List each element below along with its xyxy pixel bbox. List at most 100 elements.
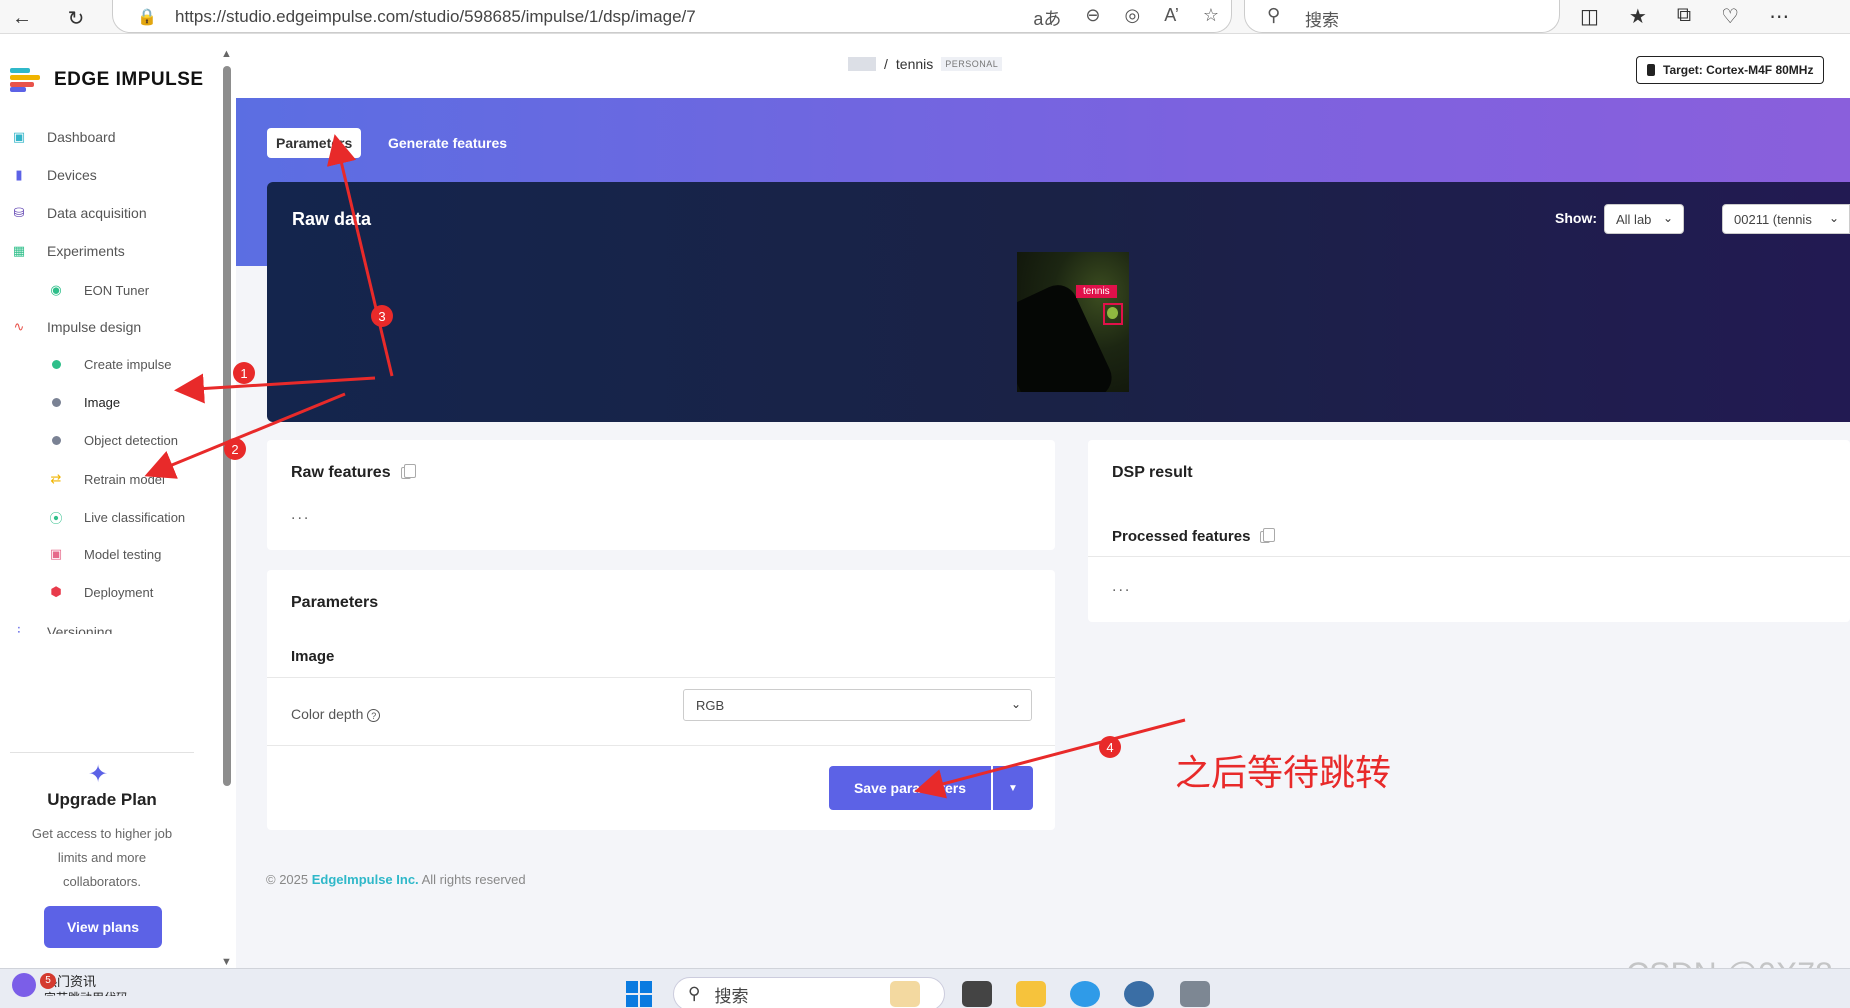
chevron-down-icon: ⌄ xyxy=(1828,211,1839,225)
signal-icon: ⦿ xyxy=(49,511,63,526)
refresh-icon[interactable]: ↻ xyxy=(62,4,90,32)
split-screen-icon[interactable]: ◫ xyxy=(1580,4,1599,29)
processed-features-title: Processed features xyxy=(1112,527,1276,545)
tab-generate-features[interactable]: Generate features xyxy=(388,135,507,151)
breadcrumb: / tennis PERSONAL xyxy=(848,56,1003,72)
news-badge: 5 xyxy=(40,973,56,989)
sidebar-item-deployment[interactable]: ⬢ Deployment xyxy=(0,584,220,600)
copyright-year: © 2025 xyxy=(266,872,309,887)
sidebar: EDGE IMPULSE ▣ Dashboard ▮ Devices ⛁ Dat… xyxy=(0,34,236,968)
show-label: Show: xyxy=(1555,210,1597,226)
read-aloud-icon[interactable]: A’ xyxy=(1164,5,1179,31)
sidebar-item-label: Image xyxy=(84,395,121,410)
lock-icon: 🔒 xyxy=(137,9,157,26)
scroll-thumb[interactable] xyxy=(223,66,231,786)
sidebar-item-image[interactable]: Image xyxy=(0,395,220,410)
bounding-box xyxy=(1103,303,1123,325)
scroll-up-icon[interactable]: ▲ xyxy=(221,48,232,60)
news-subtitle: 字节跳动用代码 xyxy=(44,990,128,996)
raw-features-card: Raw features ... xyxy=(267,440,1055,550)
save-options-dropdown[interactable]: ▼ xyxy=(993,766,1033,810)
sidebar-item-live-classification[interactable]: ⦿ Live classification xyxy=(0,508,220,527)
back-icon[interactable]: ← xyxy=(8,4,36,32)
save-parameters-button[interactable]: Save parameters xyxy=(829,766,991,810)
news-widget[interactable]: 5 热门资讯 字节跳动用代码 xyxy=(12,973,128,997)
view-plans-button[interactable]: View plans xyxy=(44,906,162,948)
translate-icon[interactable]: aあ xyxy=(1033,5,1061,31)
image-section-title: Image xyxy=(291,648,335,665)
browser-search-box[interactable]: ⚲ 搜索 xyxy=(1244,0,1560,33)
sidebar-item-label: EON Tuner xyxy=(84,282,150,298)
step-marker-1: 1 xyxy=(233,362,255,384)
more-icon[interactable]: ⋯ xyxy=(1769,4,1789,29)
divider xyxy=(267,677,1055,678)
chip-icon: ▮ xyxy=(15,167,23,182)
taskbar-search-text: 搜索 xyxy=(714,986,749,1006)
sidebar-item-label: Live classification xyxy=(84,510,186,525)
sidebar-item-versioning[interactable]: ⋮ Versioning xyxy=(0,624,220,634)
pulse-icon: ∿ xyxy=(13,319,25,334)
target-device-button[interactable]: Target: Cortex-M4F 80MHz xyxy=(1636,56,1825,84)
sidebar-item-create-impulse[interactable]: Create impulse xyxy=(0,357,220,372)
browser-essentials-icon[interactable]: ♡ xyxy=(1721,4,1739,29)
address-bar[interactable]: 🔒 https://studio.edgeimpulse.com/studio/… xyxy=(112,0,1232,33)
folder-icon[interactable] xyxy=(1016,981,1046,1007)
sidebar-item-object-detection[interactable]: Object detection xyxy=(0,433,220,448)
project-name[interactable]: tennis xyxy=(896,56,933,72)
favorites-icon[interactable]: ★ xyxy=(1629,4,1647,29)
help-icon[interactable]: ? xyxy=(367,709,381,722)
main-header: / tennis PERSONAL Target: Cortex-M4F 80M… xyxy=(236,34,1850,98)
color-depth-select[interactable]: RGB ⌄ xyxy=(683,689,1032,721)
company-link[interactable]: EdgeImpulse Inc. xyxy=(312,872,419,887)
sidebar-item-retrain-model[interactable]: ⇄ Retrain model xyxy=(0,471,220,487)
raw-features-title: Raw features xyxy=(291,464,416,482)
copy-icon[interactable] xyxy=(1260,527,1276,543)
divider xyxy=(1088,556,1850,557)
taskbar: 5 热门资讯 字节跳动用代码 ⚲ 搜索 xyxy=(0,968,1850,1008)
sample-select[interactable]: 00211 (tennis ⌄ xyxy=(1722,204,1850,234)
raw-features-title-text: Raw features xyxy=(291,464,391,481)
parameters-title: Parameters xyxy=(291,594,379,611)
sidebar-item-label: Devices xyxy=(47,167,97,183)
sidebar-item-label: Dashboard xyxy=(47,129,116,145)
sidebar-item-model-testing[interactable]: ▣ Model testing xyxy=(0,546,220,562)
taskbar-app-icon[interactable] xyxy=(1180,981,1210,1007)
news-title: 热门资讯 xyxy=(44,974,97,989)
sidebar-scrollbar[interactable]: ▲ ▼ xyxy=(220,48,234,968)
search-icon: ⚲ xyxy=(1267,5,1281,25)
sidebar-item-dashboard[interactable]: ▣ Dashboard xyxy=(0,129,220,145)
news-icon xyxy=(12,973,36,997)
tab-parameters[interactable]: Parameters xyxy=(267,128,362,158)
sparkle-icon: ✦ xyxy=(88,761,109,788)
label-filter-value: All lab xyxy=(1616,211,1652,227)
sidebar-item-eon-tuner[interactable]: ◉ EON Tuner xyxy=(0,282,220,298)
edge-icon[interactable] xyxy=(1070,981,1100,1007)
taskbar-app-icon[interactable] xyxy=(890,981,920,1007)
sidebar-item-label: Create impulse xyxy=(84,357,172,372)
sidebar-item-devices[interactable]: ▮ Devices xyxy=(0,167,220,183)
sidebar-item-label: Deployment xyxy=(84,584,154,600)
url-text[interactable]: https://studio.edgeimpulse.com/studio/59… xyxy=(175,7,696,27)
logo[interactable]: EDGE IMPULSE xyxy=(10,68,204,92)
divider xyxy=(267,745,1055,746)
copy-icon[interactable] xyxy=(400,464,416,479)
label-filter-select[interactable]: All lab ⌄ xyxy=(1604,204,1684,234)
color-depth-label: Color depth ? xyxy=(291,706,381,722)
sidebar-item-impulse-design[interactable]: ∿ Impulse design xyxy=(0,319,220,335)
favorite-icon[interactable]: ☆ xyxy=(1203,5,1219,31)
collections-icon[interactable]: ⧉ xyxy=(1677,4,1691,29)
zoom-out-icon[interactable]: ⊖ xyxy=(1085,5,1100,31)
windows-start-icon[interactable] xyxy=(626,981,652,1007)
processed-features-text: Processed features xyxy=(1112,528,1251,545)
extension-icon[interactable]: ◎ xyxy=(1124,5,1140,31)
raw-data-panel: Raw data Show: All lab ⌄ 00211 (tennis ⌄… xyxy=(267,182,1850,422)
taskbar-app-icon[interactable] xyxy=(962,981,992,1007)
taskbar-app-icon[interactable] xyxy=(1124,981,1154,1007)
logo-icon xyxy=(10,68,44,92)
dot-icon xyxy=(46,433,66,448)
sidebar-item-experiments[interactable]: ▦ Experiments xyxy=(0,243,220,259)
sidebar-item-data-acquisition[interactable]: ⛁ Data acquisition xyxy=(0,205,220,221)
step-marker-2: 2 xyxy=(224,438,246,460)
breadcrumb-separator: / xyxy=(884,56,888,72)
scroll-down-icon[interactable]: ▼ xyxy=(221,956,232,968)
